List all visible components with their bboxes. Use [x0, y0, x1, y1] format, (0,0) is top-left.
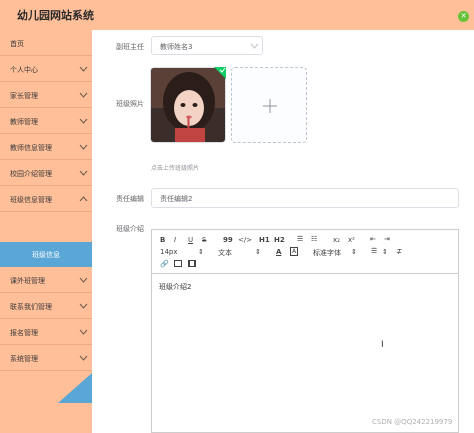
chevron-down-icon [250, 43, 259, 49]
app-title: 幼儿园网站系统 [17, 9, 94, 22]
caret-icon: ⇕ [351, 248, 357, 256]
chevron-down-icon [79, 118, 88, 124]
sidebar-item-label: 校园介绍管理 [10, 170, 52, 178]
sidebar-item-label: 首页 [10, 40, 24, 48]
class-intro-label: 班级介绍 [116, 225, 144, 233]
blockquote-button[interactable]: 99 [223, 236, 233, 244]
chevron-down-icon [79, 66, 88, 72]
upload-success-icon [214, 67, 226, 79]
strike-button[interactable]: S [202, 236, 206, 244]
deputy-teacher-value: 教师姓名3 [160, 43, 193, 51]
sidebar-item-label: 课外班管理 [10, 277, 45, 285]
sidebar-item-label: 报名管理 [10, 329, 38, 337]
decorative-corner [58, 373, 92, 403]
sidebar-item-contact[interactable]: 联系我们管理 [0, 293, 92, 319]
rich-text-editor[interactable]: B I U S 99 </> H1 H2 ☰ ☷ x₂ x² ⇤ ⇥ 14px … [151, 229, 459, 433]
h2-button[interactable]: H2 [274, 236, 285, 244]
watermark: CSDN @QQ242219979 [372, 418, 453, 426]
font-family-select[interactable]: 标准字体 [313, 248, 341, 258]
code-button[interactable]: </> [238, 236, 252, 244]
underline-button[interactable]: U [188, 236, 193, 244]
chevron-down-icon [79, 303, 88, 309]
block-format-select[interactable]: 文本 [218, 248, 232, 258]
font-color-icon[interactable]: A [276, 248, 281, 256]
sidebar-item-home[interactable]: 首页 [0, 30, 92, 56]
close-icon[interactable]: ✕ [458, 11, 469, 22]
subscript-button[interactable]: x₂ [333, 236, 340, 244]
h1-button[interactable]: H1 [259, 236, 270, 244]
top-header: 幼儿园网站系统 ✕ [0, 0, 474, 30]
sidebar-item-campus-intro[interactable]: 校园介绍管理 [0, 160, 92, 186]
deputy-teacher-select[interactable]: 教师姓名3 [151, 36, 263, 55]
photo-upload-hint: 点击上传班级照片 [151, 165, 200, 172]
outdent-icon[interactable]: ⇤ [370, 235, 376, 243]
italic-button[interactable]: I [174, 236, 176, 244]
sidebar-item-system[interactable]: 系统管理 [0, 345, 92, 371]
sidebar-item-label: 家长管理 [10, 92, 38, 100]
image-icon[interactable] [174, 260, 182, 267]
sidebar-subitem-class-info[interactable]: 班级信息 [0, 242, 92, 267]
responsible-editor-input[interactable]: 责任编辑2 [151, 188, 459, 208]
sidebar-item-label: 个人中心 [10, 66, 38, 74]
caret-icon: ⇕ [255, 248, 261, 256]
responsible-editor-label: 责任编辑 [116, 195, 144, 203]
ordered-list-icon[interactable]: ☰ [297, 235, 303, 243]
sidebar-item-extracurricular[interactable]: 课外班管理 [0, 267, 92, 293]
bullet-list-icon[interactable]: ☷ [311, 235, 317, 243]
chevron-down-icon [79, 144, 88, 150]
superscript-button[interactable]: x² [348, 236, 355, 244]
sidebar-item-profile[interactable]: 个人中心 [0, 56, 92, 82]
chevron-up-icon [79, 196, 88, 202]
caret-icon: ⇕ [198, 248, 204, 256]
font-size-select[interactable]: 14px [160, 248, 178, 256]
sidebar-item-enrollment[interactable]: 报名管理 [0, 319, 92, 345]
chevron-down-icon [79, 92, 88, 98]
sidebar-item-label: 教师信息管理 [10, 144, 52, 152]
sidebar-subitem-label: 班级信息 [32, 251, 60, 259]
editor-content: 班级介绍2 [159, 283, 192, 291]
sidebar-item-teachers[interactable]: 教师管理 [0, 108, 92, 134]
sidebar-item-parents[interactable]: 家长管理 [0, 82, 92, 108]
align-icon[interactable]: ☰ [371, 247, 377, 255]
sidebar-item-label: 班级信息管理 [10, 196, 52, 204]
plus-icon [263, 99, 277, 113]
responsible-editor-value: 责任编辑2 [160, 195, 193, 203]
editor-toolbar: B I U S 99 </> H1 H2 ☰ ☷ x₂ x² ⇤ ⇥ 14px … [152, 230, 458, 274]
bold-button[interactable]: B [160, 236, 165, 244]
link-icon[interactable]: 🔗 [160, 260, 169, 268]
sidebar-item-teacher-info[interactable]: 教师信息管理 [0, 134, 92, 160]
clear-format-icon[interactable]: T̶ [397, 248, 401, 256]
deputy-teacher-label: 副班主任 [116, 43, 144, 51]
chevron-down-icon [79, 170, 88, 176]
video-icon[interactable] [188, 260, 196, 267]
chevron-down-icon [79, 277, 88, 283]
indent-icon[interactable]: ⇥ [384, 235, 390, 243]
photo-upload-button[interactable] [231, 67, 307, 143]
class-photo-image [151, 68, 225, 142]
text-cursor-icon: I [381, 340, 384, 350]
sidebar-item-label: 教师管理 [10, 118, 38, 126]
sidebar-item-label: 系统管理 [10, 355, 38, 363]
chevron-down-icon [79, 355, 88, 361]
class-photo-label: 班级照片 [116, 100, 144, 108]
chevron-down-icon [79, 329, 88, 335]
sidebar-item-label: 联系我们管理 [10, 303, 52, 311]
caret-icon: ⇕ [382, 248, 388, 256]
background-color-icon[interactable]: A [290, 247, 299, 256]
sidebar-item-class-info[interactable]: 班级信息管理 [0, 186, 92, 212]
